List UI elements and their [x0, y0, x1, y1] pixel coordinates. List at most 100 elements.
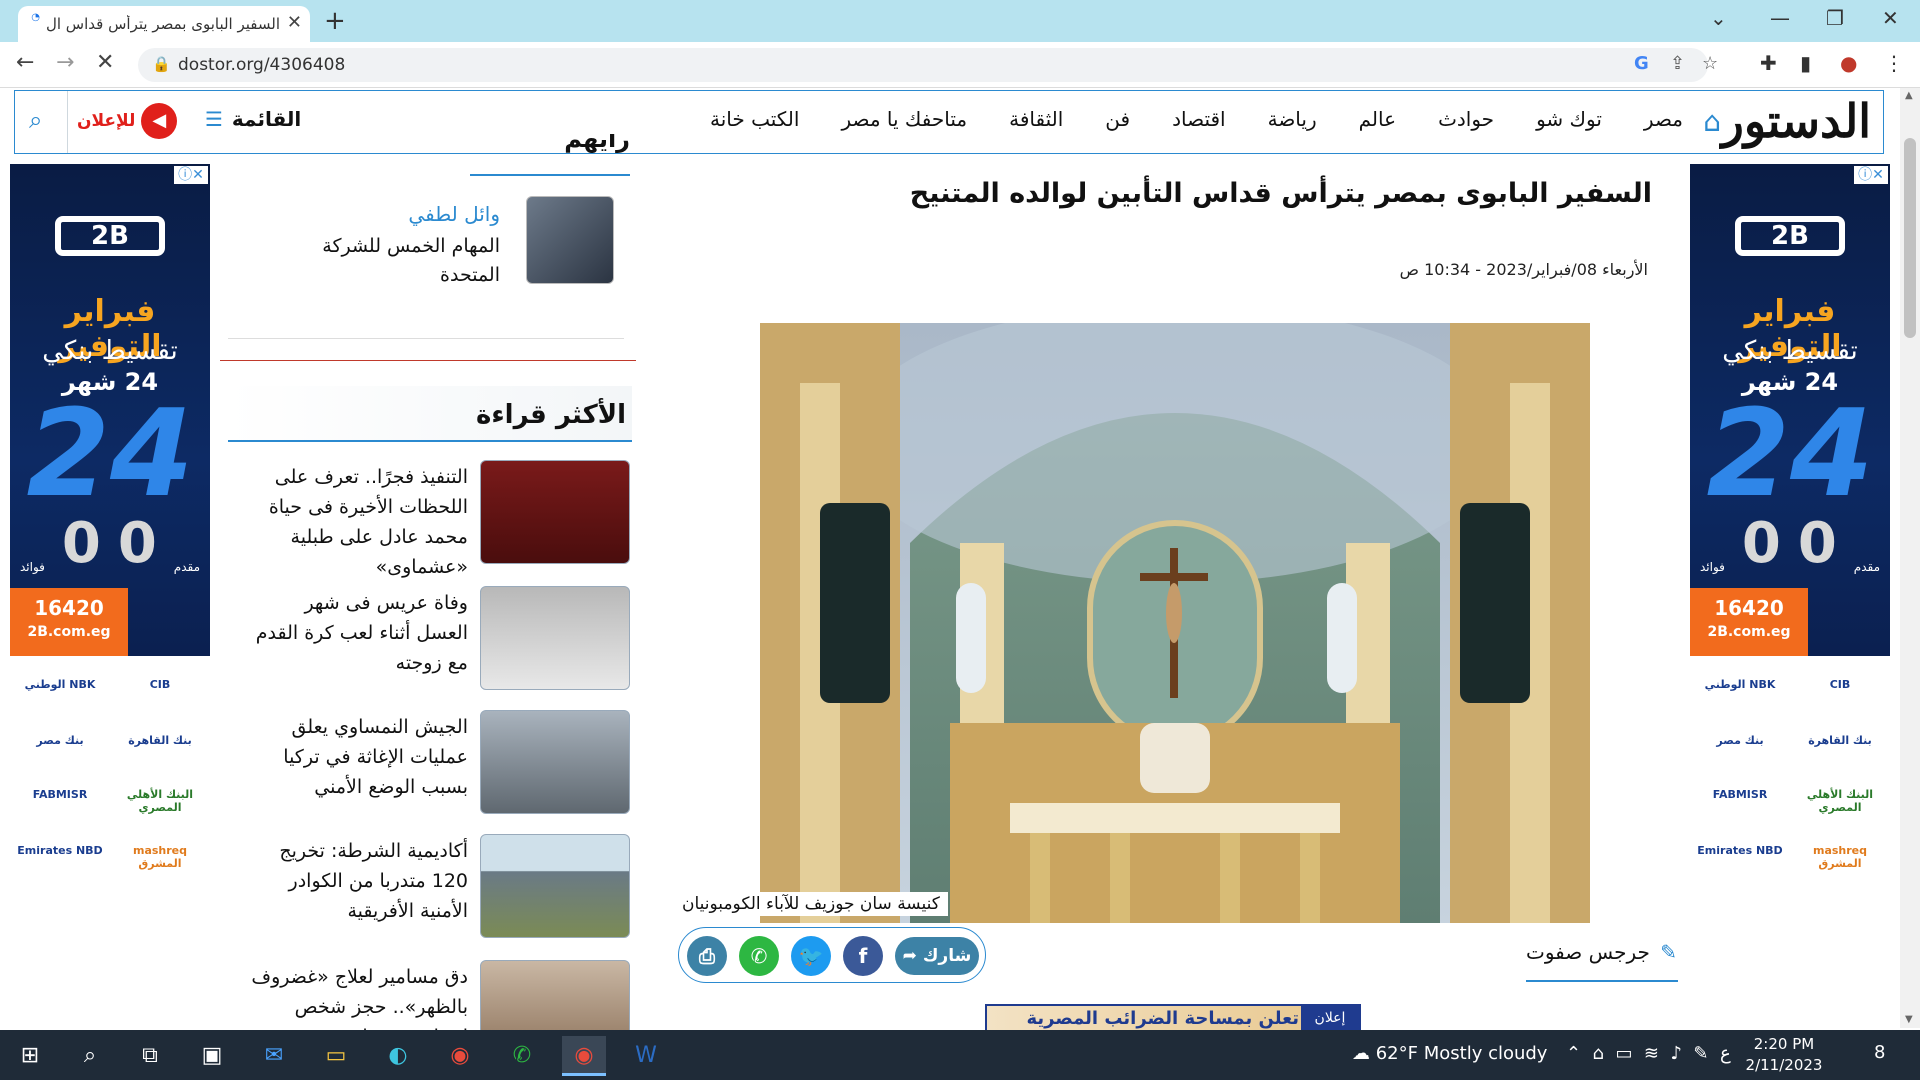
volume-icon[interactable]: ♪: [1670, 1043, 1682, 1064]
chevron-up-icon[interactable]: ⌃: [1566, 1043, 1581, 1064]
task-view-icon[interactable]: ⧉: [128, 1036, 172, 1076]
share-button[interactable]: شارك ➦: [895, 937, 979, 975]
chrome-menu-icon[interactable]: ⋮: [1884, 51, 1904, 75]
ad-line-1: تقسيط بنكي: [1722, 336, 1858, 366]
advertise-button[interactable]: ◀ للإعلان: [77, 103, 183, 139]
file-explorer-icon[interactable]: ▭: [314, 1036, 358, 1076]
nav-link-culture[interactable]: الثقافة: [1009, 107, 1063, 131]
most-read-thumbnail[interactable]: [480, 586, 630, 690]
writer-article-link[interactable]: المهام الخمس للشركة المتحدة: [300, 232, 500, 290]
minimize-button[interactable]: —: [1770, 6, 1790, 30]
nav-link-sports[interactable]: رياضة: [1268, 107, 1317, 131]
menu-button[interactable]: القائمة ☰: [205, 107, 301, 131]
pen-icon[interactable]: ✎: [1693, 1043, 1708, 1064]
nav-link-museums[interactable]: متاحفك يا مصر: [841, 107, 967, 131]
nav-link-art[interactable]: فن: [1105, 107, 1130, 131]
ad-big-number: 24: [1706, 385, 1874, 524]
most-read-item[interactable]: التنفيذ فجرًا.. تعرف على اللحظات الأخيرة…: [228, 460, 632, 578]
nav-link-economy[interactable]: اقتصاد: [1172, 107, 1226, 131]
twitter-icon[interactable]: 🐦: [791, 936, 831, 976]
tab-close-icon[interactable]: ✕: [287, 13, 302, 33]
most-read-thumbnail[interactable]: [480, 834, 630, 938]
left-side-ad[interactable]: ⓘ✕ 2B فبراير التوفير تقسيط بنكي 24 شهر 2…: [10, 164, 210, 656]
whatsapp-icon[interactable]: ✆: [739, 936, 779, 976]
language-indicator[interactable]: ع: [1720, 1043, 1731, 1064]
writer-name[interactable]: وائل لطفي: [408, 202, 500, 226]
wifi-icon[interactable]: ≋: [1644, 1043, 1659, 1064]
home-icon[interactable]: ⌂: [1703, 105, 1721, 138]
writer-card[interactable]: وائل لطفي المهام الخمس للشركة المتحدة: [220, 186, 630, 296]
scroll-down-icon[interactable]: ▼: [1905, 1014, 1913, 1025]
side-panel-icon[interactable]: ▮: [1800, 51, 1811, 75]
mail-icon[interactable]: ✉: [252, 1036, 296, 1076]
search-icon[interactable]: ⌕: [29, 106, 42, 134]
address-bar[interactable]: 🔒 dostor.org/4306408 G ⇪ ☆: [138, 48, 1718, 82]
most-read-thumbnail[interactable]: [480, 960, 630, 1030]
nav-link-accidents[interactable]: حوادث: [1438, 107, 1494, 131]
tab-search-icon[interactable]: ⌄: [1710, 6, 1727, 30]
browser-tab[interactable]: السفير البابوى بمصر يترأس قداس ال ✕ ◔: [18, 6, 310, 42]
print-icon[interactable]: ⎙: [687, 936, 727, 976]
ad-choices-icon[interactable]: ⓘ✕: [174, 166, 208, 184]
nav-link-world[interactable]: عالم: [1359, 107, 1396, 131]
most-read-item[interactable]: وفاة عريس فى شهر العسل أثناء لعب كرة الق…: [228, 586, 632, 696]
most-read-title-link[interactable]: الجيش النمساوي يعلق عمليات الإغاثة في تر…: [248, 712, 468, 802]
right-side-ad[interactable]: ⓘ✕ 2B فبراير التوفير تقسيط بنكي 24 شهر 2…: [1690, 164, 1890, 656]
system-tray[interactable]: ⌃ ⌂ ▭ ≋ ♪ ✎ ع: [1566, 1043, 1731, 1064]
whatsapp-app-icon[interactable]: ✆: [500, 1036, 544, 1076]
extensions-icon[interactable]: ✚: [1760, 51, 1777, 75]
ad-zero-label: مقدم: [1853, 560, 1880, 574]
most-read-thumbnail[interactable]: [480, 460, 630, 564]
article-date: الأربعاء 08/فبراير/2023 - 10:34 ص: [1399, 260, 1648, 279]
back-icon[interactable]: ←: [16, 50, 34, 75]
site-logo[interactable]: الدستور: [1722, 93, 1871, 149]
facebook-icon[interactable]: f: [843, 936, 883, 976]
nav-link-books[interactable]: الكتب خانة: [710, 107, 799, 131]
nav-link-egypt[interactable]: مصر: [1644, 107, 1683, 131]
scroll-up-icon[interactable]: ▲: [1905, 90, 1913, 101]
word-icon[interactable]: W: [624, 1036, 668, 1076]
weather-widget[interactable]: ☁ 62°F Mostly cloudy: [1352, 1043, 1547, 1064]
stop-loading-icon[interactable]: ✕: [96, 50, 114, 75]
author-byline[interactable]: ✎ جرجس صفوت: [1526, 940, 1677, 964]
share-bar: ⎙ ✆ 🐦 f شارك ➦: [678, 927, 986, 983]
restore-button[interactable]: ❐: [1826, 6, 1844, 30]
most-read-title-link[interactable]: أكاديمية الشرطة: تخريج 120 متدربا من الك…: [248, 836, 468, 926]
network-icon[interactable]: ⌂: [1593, 1043, 1604, 1064]
tablet-app-icon[interactable]: ▣: [190, 1036, 234, 1076]
battery-icon[interactable]: ▭: [1615, 1043, 1632, 1064]
windows-start-icon[interactable]: ⊞: [8, 1036, 52, 1076]
edge-icon[interactable]: ◐: [376, 1036, 420, 1076]
page-scrollbar[interactable]: ▲ ▼: [1900, 88, 1920, 1028]
most-read-title-link[interactable]: دق مسامير لعلاج «غضروف بالظهر».. حجز شخص…: [248, 962, 468, 1030]
most-read-item[interactable]: أكاديمية الشرطة: تخريج 120 متدربا من الك…: [228, 834, 632, 944]
lock-icon[interactable]: 🔒: [152, 55, 171, 73]
chrome-icon[interactable]: ◉: [438, 1036, 482, 1076]
most-read-title-link[interactable]: التنفيذ فجرًا.. تعرف على اللحظات الأخيرة…: [248, 462, 468, 582]
new-tab-button[interactable]: +: [324, 6, 346, 36]
most-read-item[interactable]: الجيش النمساوي يعلق عمليات الإغاثة في تر…: [228, 710, 632, 820]
most-read-title: الأكثر قراءة: [476, 400, 626, 430]
most-read-item[interactable]: دق مسامير لعلاج «غضروف بالظهر».. حجز شخص…: [228, 960, 632, 1030]
inline-ad-banner[interactable]: إعلان تعلن بمساحة الضرائب المصرية: [985, 1004, 1361, 1030]
scroll-thumb[interactable]: [1904, 138, 1916, 338]
google-translate-icon[interactable]: G: [1634, 53, 1649, 74]
writer-photo[interactable]: [526, 196, 614, 284]
search-icon[interactable]: ⌕: [68, 1036, 112, 1076]
profile-avatar-icon[interactable]: ●: [1840, 51, 1857, 75]
author-name[interactable]: جرجس صفوت: [1526, 940, 1650, 964]
ad-choices-icon[interactable]: ⓘ✕: [1854, 166, 1888, 184]
most-read-title-link[interactable]: وفاة عريس فى شهر العسل أثناء لعب كرة الق…: [248, 588, 468, 678]
bookmark-star-icon[interactable]: ☆: [1702, 53, 1718, 74]
chrome-active-icon[interactable]: ◉: [562, 1036, 606, 1076]
article-image[interactable]: [760, 323, 1590, 923]
forward-icon[interactable]: →: [56, 50, 74, 75]
close-window-button[interactable]: ✕: [1882, 6, 1899, 30]
ad-site: 2B.com.eg: [1707, 624, 1791, 640]
most-read-thumbnail[interactable]: [480, 710, 630, 814]
url-text[interactable]: dostor.org/4306408: [178, 55, 345, 75]
nav-link-talk-show[interactable]: توك شو: [1536, 107, 1602, 131]
notifications-icon[interactable]: 8: [1874, 1042, 1885, 1063]
share-page-icon[interactable]: ⇪: [1670, 53, 1685, 74]
clock[interactable]: 2:20 PM 2/11/2023: [1744, 1034, 1824, 1076]
